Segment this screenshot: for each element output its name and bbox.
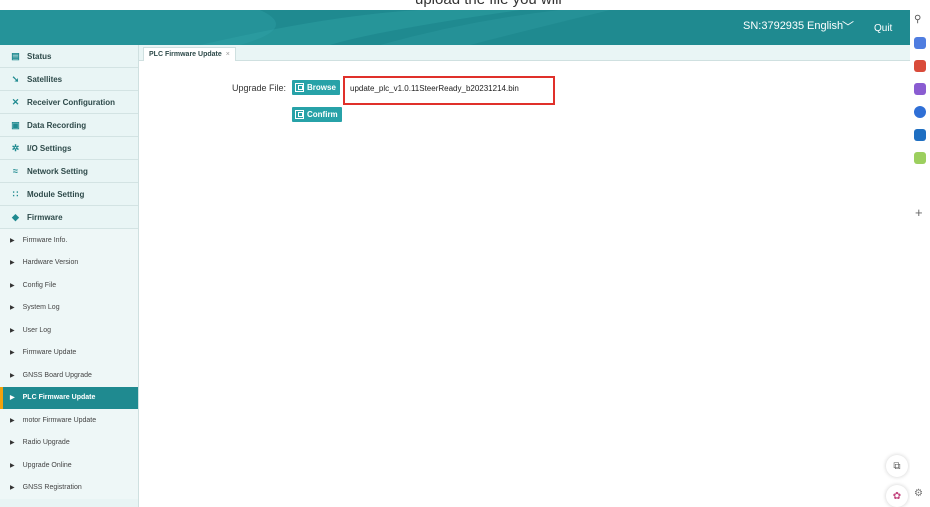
sidebar-item-label: I/O Settings: [27, 143, 72, 153]
sidebar-item-label: Network Setting: [27, 166, 88, 176]
confirm-button-label: Confirm: [307, 110, 338, 119]
sidebar-item-receiver-configuration[interactable]: ✕ Receiver Configuration: [0, 91, 138, 114]
sidebar-item-status[interactable]: ▤ Status: [0, 45, 138, 68]
tools-icon: ✕: [11, 96, 20, 107]
sidebar-subitem-label: System Log: [22, 304, 60, 312]
triangle-right-icon: ▶: [10, 327, 15, 334]
sidebar-subitem-label: Firmware Info.: [22, 236, 68, 244]
sidebar-subitem-gnss-board-upgrade[interactable]: ▶ GNSS Board Upgrade: [0, 364, 138, 387]
gear-icon[interactable]: ⚙: [914, 488, 926, 500]
sidebar-item-label: Data Recording: [27, 120, 87, 130]
sidebar-subitem-plc-firmware-update[interactable]: ▶ PLC Firmware Update: [0, 386, 138, 409]
sidebar-subitem-label: Hardware Version: [22, 259, 79, 267]
triangle-right-icon: ▶: [10, 395, 15, 402]
upgrade-file-label: Upgrade File:: [232, 83, 287, 93]
tab-bar: PLC Firmware Update ×: [139, 45, 910, 61]
people-icon[interactable]: [914, 83, 926, 95]
search-icon[interactable]: ⚲: [914, 14, 926, 26]
sidebar-subitem-label: GNSS Registration: [22, 484, 82, 492]
triangle-right-icon: ▶: [10, 417, 15, 424]
sidebar-subitem-label: Config File: [22, 281, 57, 289]
add-icon[interactable]: +: [915, 205, 923, 220]
gear-icon: ✲: [11, 142, 20, 153]
sidebar-subitem-firmware-info[interactable]: ▶ Firmware Info.: [0, 229, 138, 252]
triangle-right-icon: ▶: [10, 260, 15, 267]
ai-assistant-icon[interactable]: ✿: [886, 485, 908, 507]
main-content: Upgrade File: Browse update_plc_v1.0.11S…: [139, 61, 910, 507]
wifi-icon: ≈: [13, 166, 18, 176]
satellite-icon: ➘: [11, 73, 20, 84]
close-icon[interactable]: ×: [226, 51, 230, 58]
sidebar-item-label: Module Setting: [27, 189, 85, 199]
data-recording-icon: ▣: [11, 119, 20, 130]
top-header: SN:3792935 English ﹀ Quit: [0, 10, 910, 45]
sidebar-subitem-config-file[interactable]: ▶ Config File: [0, 274, 138, 297]
toolbox-icon[interactable]: [914, 60, 926, 72]
browse-button[interactable]: Browse: [292, 80, 340, 95]
app-window: upload the file you will SN:3792935 Engl…: [0, 0, 930, 507]
serial-number: SN:3792935: [743, 20, 805, 32]
sidebar: ▤ Status ➘ Satellites ✕ Receiver Configu…: [0, 45, 139, 507]
triangle-right-icon: ▶: [10, 282, 15, 289]
language-select[interactable]: English: [807, 20, 843, 32]
sidebar-item-module-setting[interactable]: ∷ Module Setting: [0, 183, 138, 206]
sidebar-item-satellites[interactable]: ➘ Satellites: [0, 68, 138, 91]
sidebar-item-label: Status: [27, 51, 52, 61]
quit-button[interactable]: Quit: [874, 23, 892, 34]
triangle-right-icon: ▶: [10, 485, 15, 492]
sidebar-subitem-label: User Log: [22, 326, 52, 334]
browser-side-rail: ⚲ + ⚙: [910, 0, 930, 507]
sidebar-subitem-label: motor Firmware Update: [22, 416, 97, 424]
tag-icon[interactable]: [914, 37, 926, 49]
file-name-display[interactable]: update_plc_v1.0.11SteerReady_b20231214.b…: [343, 76, 555, 105]
confirm-button[interactable]: Confirm: [292, 107, 342, 122]
save-icon: [295, 83, 304, 92]
sidebar-item-label: Receiver Configuration: [27, 97, 116, 107]
triangle-right-icon: ▶: [10, 305, 15, 312]
triangle-right-icon: ▶: [10, 440, 15, 447]
translate-icon[interactable]: ⧉: [886, 455, 908, 477]
sidebar-subitem-upgrade-online[interactable]: ▶ Upgrade Online: [0, 454, 138, 477]
status-icon: ▤: [11, 50, 20, 61]
browse-button-label: Browse: [307, 83, 336, 92]
triangle-right-icon: ▶: [10, 372, 15, 379]
caption-text: upload the file you will: [415, 0, 562, 8]
sidebar-subitem-hardware-version[interactable]: ▶ Hardware Version: [0, 251, 138, 274]
extension-icon[interactable]: [914, 152, 926, 164]
module-grid-icon: ∷: [12, 188, 19, 199]
sidebar-subitem-firmware-update[interactable]: ▶ Firmware Update: [0, 341, 138, 364]
tab-plc-firmware-update[interactable]: PLC Firmware Update ×: [143, 47, 236, 61]
sidebar-item-data-recording[interactable]: ▣ Data Recording: [0, 114, 138, 137]
sidebar-subitem-gnss-registration[interactable]: ▶ GNSS Registration: [0, 476, 138, 499]
sidebar-subitem-system-log[interactable]: ▶ System Log: [0, 296, 138, 319]
sidebar-subitem-label: PLC Firmware Update: [22, 394, 96, 402]
save-icon: [295, 110, 304, 119]
sidebar-item-io-settings[interactable]: ✲ I/O Settings: [0, 137, 138, 160]
sidebar-subitem-user-log[interactable]: ▶ User Log: [0, 319, 138, 342]
firmware-icon: ◆: [12, 211, 19, 222]
sidebar-item-label: Firmware: [27, 212, 63, 222]
triangle-right-icon: ▶: [10, 462, 15, 469]
sidebar-item-firmware[interactable]: ◆ Firmware: [0, 206, 138, 229]
sidebar-subitem-motor-firmware-update[interactable]: ▶ motor Firmware Update: [0, 409, 138, 432]
file-name-text: update_plc_v1.0.11SteerReady_b20231214.b…: [350, 84, 519, 93]
sidebar-item-label: Satellites: [27, 74, 63, 84]
triangle-right-icon: ▶: [10, 350, 15, 357]
chevron-down-icon[interactable]: ﹀: [842, 18, 854, 35]
tab-label: PLC Firmware Update: [149, 51, 222, 58]
sidebar-subitem-label: Upgrade Online: [22, 461, 72, 469]
sidebar-subitem-label: Radio Upgrade: [22, 439, 70, 447]
triangle-right-icon: ▶: [10, 237, 15, 244]
copilot-icon[interactable]: [914, 106, 926, 118]
sidebar-subitem-radio-upgrade[interactable]: ▶ Radio Upgrade: [0, 431, 138, 454]
outlook-icon[interactable]: [914, 129, 926, 141]
sidebar-item-network-setting[interactable]: ≈ Network Setting: [0, 160, 138, 183]
cropped-caption: upload the file you will: [0, 0, 930, 10]
sidebar-subitem-label: Firmware Update: [22, 349, 77, 357]
sidebar-subitem-label: GNSS Board Upgrade: [22, 371, 92, 379]
